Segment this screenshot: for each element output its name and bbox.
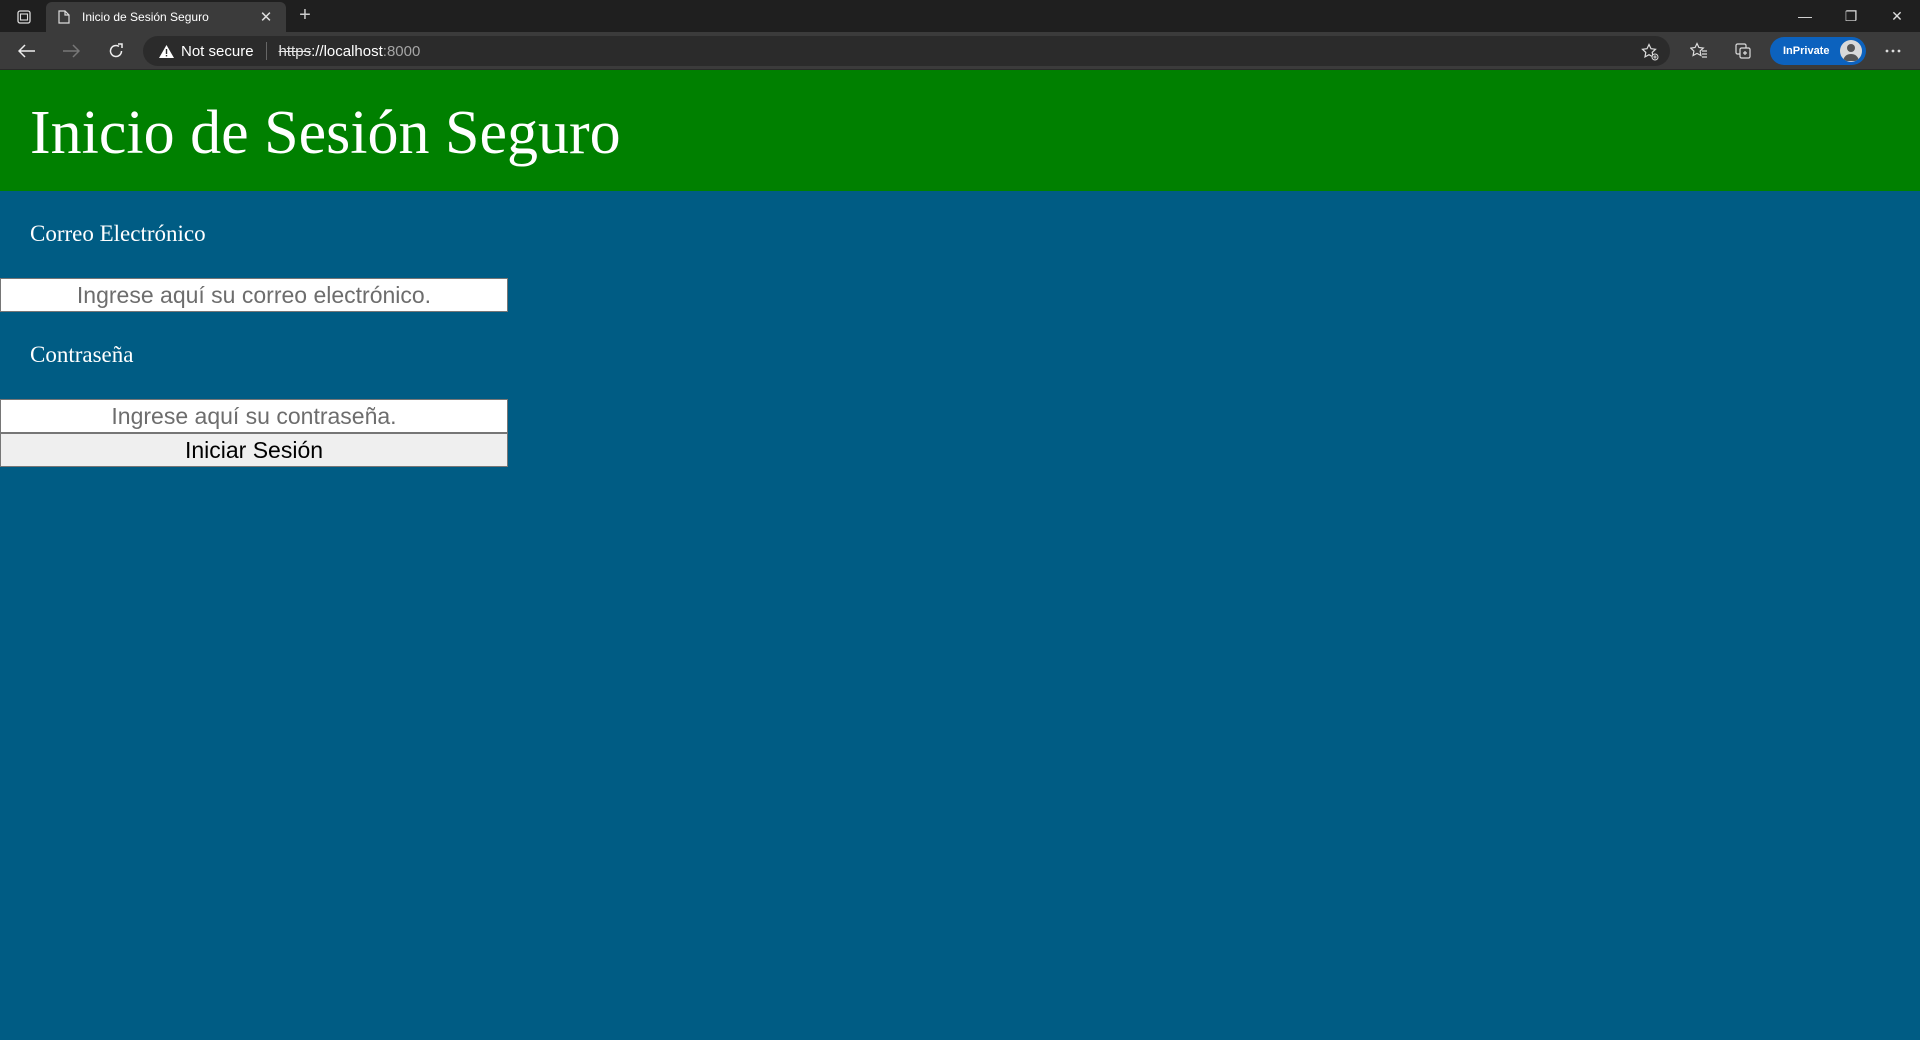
url-port: :8000: [382, 42, 421, 60]
warning-icon[interactable]: [157, 42, 175, 60]
more-options-icon[interactable]: [1878, 37, 1908, 65]
page-icon: [56, 9, 72, 25]
tab-title: Inicio de Sesión Seguro: [82, 10, 209, 24]
email-label: Correo Electrónico: [30, 221, 206, 246]
password-field[interactable]: [0, 399, 508, 433]
add-favorite-icon[interactable]: [1640, 42, 1660, 62]
restore-icon[interactable]: ❐: [1828, 0, 1874, 32]
back-icon[interactable]: [12, 37, 42, 65]
security-status[interactable]: Not secure: [181, 43, 254, 60]
avatar: [1840, 40, 1862, 62]
password-label: Contraseña: [30, 342, 134, 367]
address-bar[interactable]: Not secure https://localhost:8000: [143, 36, 1670, 66]
address-divider: [265, 42, 267, 60]
inprivate-label: InPrivate: [1783, 45, 1830, 57]
favorites-icon[interactable]: [1684, 37, 1714, 65]
url-scheme: https: [278, 42, 312, 60]
collections-icon[interactable]: [1728, 37, 1758, 65]
minimize-icon[interactable]: —: [1782, 0, 1828, 32]
page-header: Inicio de Sesión Seguro: [0, 70, 1920, 191]
browser-toolbar: Not secure https://localhost:8000 InPriv…: [0, 32, 1920, 70]
close-tab-icon[interactable]: ✕: [256, 8, 276, 26]
browser-tab-bar: Inicio de Sesión Seguro ✕ + — ❐ ✕: [0, 0, 1920, 32]
close-window-icon[interactable]: ✕: [1874, 0, 1920, 32]
url-text[interactable]: https://localhost:8000: [279, 43, 421, 60]
new-tab-icon[interactable]: +: [292, 4, 318, 28]
login-button[interactable]: Iniciar Sesión: [0, 433, 508, 467]
email-field[interactable]: [0, 278, 508, 312]
tab-actions-icon[interactable]: [8, 5, 40, 29]
page-title: Inicio de Sesión Seguro: [30, 99, 621, 167]
browser-tab[interactable]: Inicio de Sesión Seguro ✕: [46, 2, 286, 32]
forward-icon[interactable]: [56, 37, 86, 65]
refresh-icon[interactable]: [101, 37, 131, 65]
url-host: ://localhost: [311, 42, 383, 60]
inprivate-button[interactable]: InPrivate: [1770, 37, 1866, 65]
